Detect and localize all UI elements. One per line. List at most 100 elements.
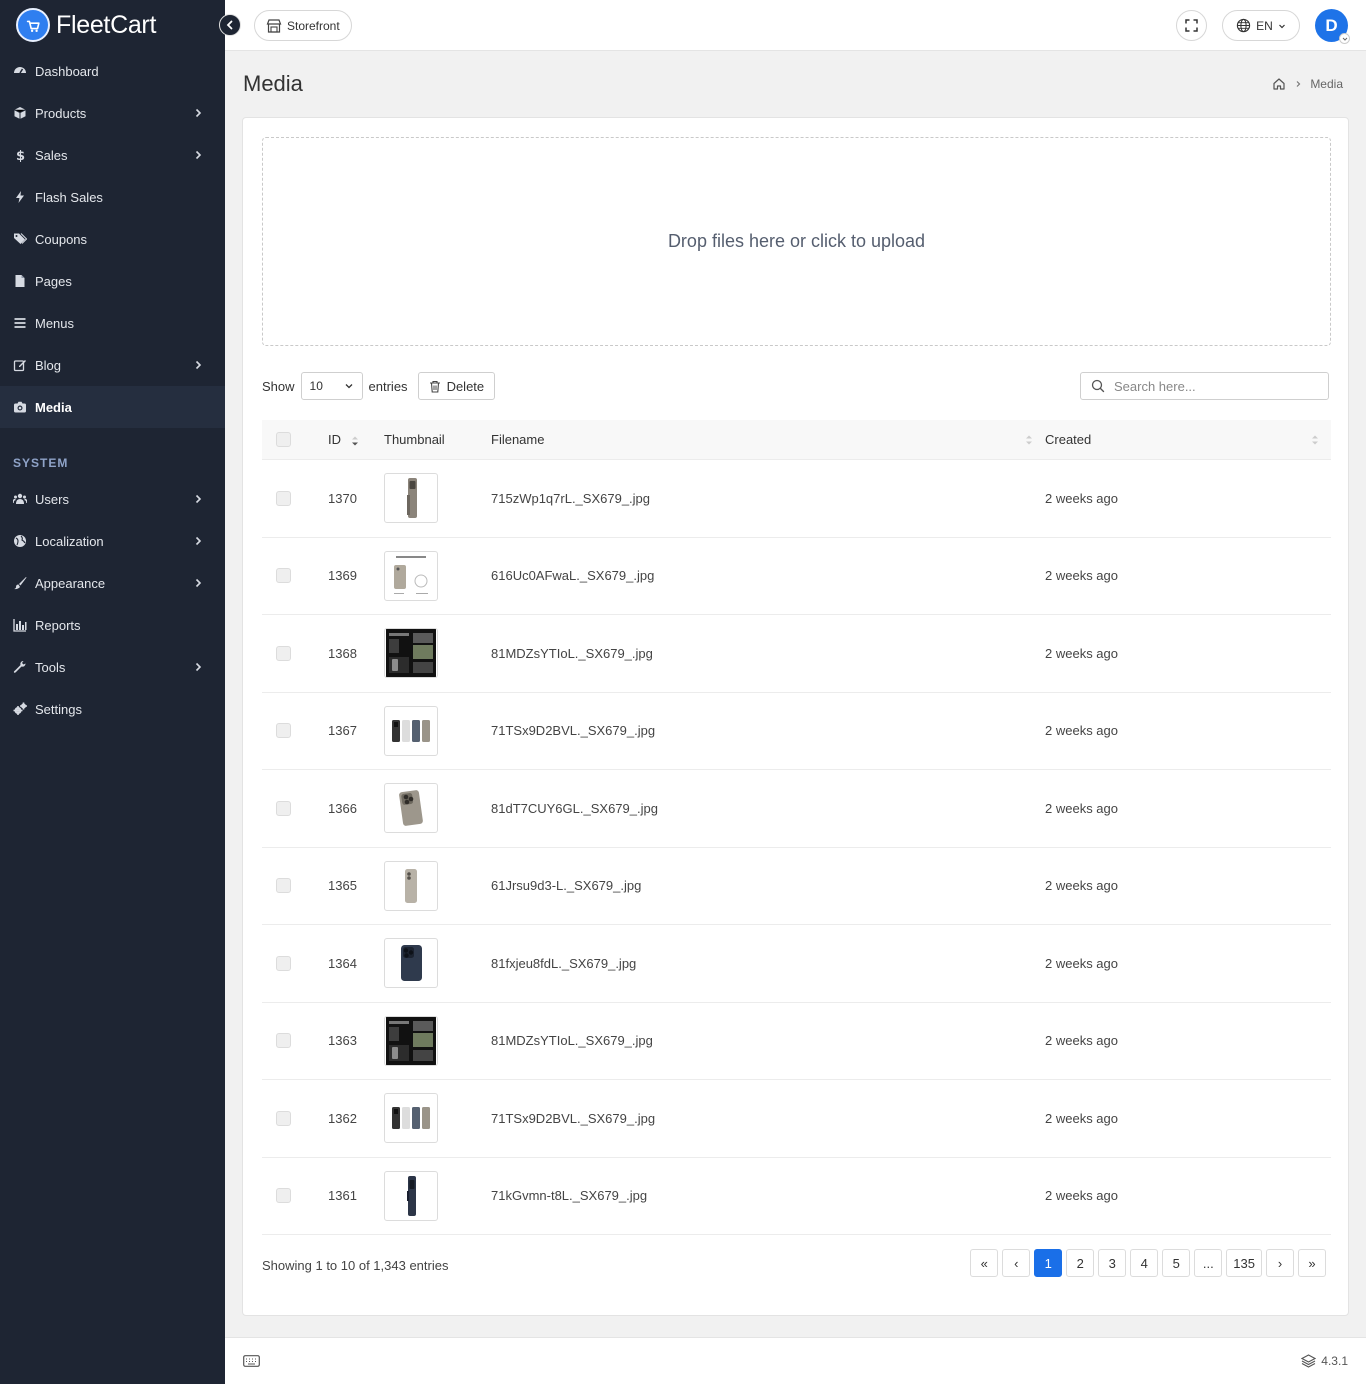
sidebar-item-label: Media	[35, 399, 72, 415]
home-icon[interactable]	[1272, 77, 1286, 91]
thumbnail-image[interactable]	[384, 1015, 438, 1066]
store-icon	[266, 18, 282, 33]
thumbnail-image[interactable]	[384, 1170, 438, 1221]
sidebar-item-pages[interactable]: Pages	[0, 260, 225, 302]
sidebar-item-label: Users	[35, 491, 69, 507]
pagination-page-3[interactable]: 3	[1098, 1249, 1127, 1277]
sidebar-item-coupons[interactable]: Coupons	[0, 218, 225, 260]
table-row[interactable]: 1369 616Uc0AFwaL._SX679_.jpg 2 weeks ago	[262, 538, 1331, 615]
chevron-right-icon	[195, 150, 202, 160]
bars-icon	[13, 316, 27, 330]
pagination-ellipsis[interactable]: ...	[1194, 1249, 1223, 1277]
thumbnail-image[interactable]	[384, 1093, 438, 1144]
header-filename[interactable]: Filename	[491, 432, 1045, 447]
page-title: Media	[243, 71, 303, 96]
header-filename-label: Filename	[491, 432, 545, 447]
entries-select[interactable]: 10	[300, 372, 363, 400]
thumbnail-image[interactable]	[384, 705, 438, 756]
table-row[interactable]: 1366 81dT7CUY6GL._SX679_.jpg 2 weeks ago	[262, 770, 1331, 848]
thumbnail-image[interactable]	[384, 550, 438, 601]
row-checkbox[interactable]	[276, 1033, 291, 1049]
pagination-page-135[interactable]: 135	[1226, 1249, 1262, 1277]
sidebar-item-appearance[interactable]: Appearance	[0, 562, 225, 604]
row-filename: 71TSx9D2BVL._SX679_.jpg	[491, 1110, 656, 1126]
row-checkbox[interactable]	[276, 645, 291, 661]
table-row[interactable]: 1364 81fxjeu8fdL._SX679_.jpg 2 weeks ago	[262, 925, 1331, 1003]
breadcrumb-current: Media	[1310, 77, 1343, 91]
row-checkbox[interactable]	[276, 568, 291, 584]
storefront-button[interactable]: Storefront	[254, 10, 352, 41]
sidebar-item-users[interactable]: Users	[0, 478, 225, 520]
thumbnail-image[interactable]	[384, 473, 438, 524]
thumbnail-image[interactable]	[384, 938, 438, 989]
row-checkbox[interactable]	[276, 1110, 291, 1126]
row-id: 1364	[328, 955, 357, 971]
row-id: 1361	[328, 1188, 357, 1204]
header-created[interactable]: Created	[1045, 432, 1331, 447]
sidebar-item-dashboard[interactable]: Dashboard	[0, 50, 225, 92]
row-checkbox[interactable]	[276, 723, 291, 739]
sidebar-item-label: Pages	[35, 273, 72, 289]
table-row[interactable]: 1362 71TSx9D2BVL._SX679_.jpg 2 weeks ago	[262, 1080, 1331, 1158]
row-filename: 81MDZsYTIoL._SX679_.jpg	[491, 1033, 653, 1049]
language-button[interactable]: EN	[1222, 10, 1300, 41]
sidebar-item-label: Blog	[35, 357, 62, 373]
row-checkbox[interactable]	[276, 1188, 291, 1204]
pagination-page-1[interactable]: 1	[1034, 1249, 1063, 1277]
sidebar-item-settings[interactable]: Settings	[0, 688, 225, 730]
sidebar-item-media[interactable]: Media	[0, 386, 225, 428]
pagination-last-button[interactable]: »	[1298, 1249, 1326, 1277]
delete-button[interactable]: Delete	[417, 372, 496, 400]
pagination-info: Showing 1 to 10 of 1,343 entries	[262, 1258, 449, 1273]
sidebar-item-products[interactable]: Products	[0, 92, 225, 134]
thumbnail-image[interactable]	[384, 783, 438, 834]
header-id-label: ID	[328, 432, 341, 447]
thumbnail-image[interactable]	[384, 628, 438, 679]
sidebar-item-flash-sales[interactable]: Flash Sales	[0, 176, 225, 218]
sidebar-item-localization[interactable]: Localization	[0, 520, 225, 562]
sidebar-item-label: Settings	[35, 701, 82, 717]
fullscreen-button[interactable]	[1176, 10, 1207, 41]
table-row[interactable]: 1367 71TSx9D2BVL._SX679_.jpg 2 weeks ago	[262, 693, 1331, 770]
pagination-first-button[interactable]: «	[970, 1249, 999, 1277]
pagination-next-button[interactable]: ›	[1266, 1249, 1294, 1277]
search-input[interactable]	[1114, 378, 1314, 394]
entries-value: 10	[309, 379, 323, 393]
bolt-icon	[13, 190, 27, 204]
row-filename: 715zWp1q7rL._SX679_.jpg	[491, 490, 651, 506]
table-header: ID Thumbnail Filename Created	[262, 420, 1331, 460]
row-check-cell	[262, 1033, 328, 1049]
pagination-page-2[interactable]: 2	[1066, 1249, 1095, 1277]
table-row[interactable]: 1365 61Jrsu9d3-L._SX679_.jpg 2 weeks ago	[262, 848, 1331, 925]
sidebar-collapse-button[interactable]	[219, 14, 241, 36]
pagination-page-5[interactable]: 5	[1162, 1249, 1191, 1277]
thumbnail-image[interactable]	[384, 860, 438, 911]
row-checkbox[interactable]	[276, 878, 291, 894]
table-row[interactable]: 1368 81MDZsYTIoL._SX679_.jpg 2 weeks ago	[262, 615, 1331, 693]
svg-text:$: $	[16, 149, 25, 162]
table-row[interactable]: 1370 715zWp1q7rL._SX679_.jpg 2 weeks ago	[262, 460, 1331, 538]
sidebar-item-reports[interactable]: Reports	[0, 604, 225, 646]
sidebar-item-menus[interactable]: Menus	[0, 302, 225, 344]
row-thumbnail-cell	[384, 860, 491, 911]
row-checkbox[interactable]	[276, 490, 291, 506]
upload-dropzone[interactable]: Drop files here or click to upload	[262, 137, 1331, 346]
table-row[interactable]: 1363 81MDZsYTIoL._SX679_.jpg 2 weeks ago	[262, 1003, 1331, 1080]
sidebar-item-sales[interactable]: $ Sales	[0, 134, 225, 176]
pagination-prev-button[interactable]: ‹	[1002, 1249, 1031, 1277]
edit-icon	[13, 358, 27, 372]
row-created: 2 weeks ago	[1045, 878, 1118, 894]
version-info: 4.3.1	[1301, 1354, 1348, 1368]
select-all-checkbox[interactable]	[276, 432, 291, 447]
delete-label: Delete	[446, 378, 485, 394]
keyboard-icon[interactable]	[243, 1355, 260, 1367]
brand[interactable]: FleetCart	[0, 0, 225, 50]
pagination-page-4[interactable]: 4	[1130, 1249, 1159, 1277]
table-row[interactable]: 1361 71kGvmn-t8L._SX679_.jpg 2 weeks ago	[262, 1158, 1331, 1235]
sidebar-item-blog[interactable]: Blog	[0, 344, 225, 386]
user-avatar[interactable]: D	[1315, 9, 1350, 44]
row-checkbox[interactable]	[276, 800, 291, 816]
row-checkbox[interactable]	[276, 955, 291, 971]
header-id[interactable]: ID	[328, 432, 384, 447]
sidebar-item-tools[interactable]: Tools	[0, 646, 225, 688]
